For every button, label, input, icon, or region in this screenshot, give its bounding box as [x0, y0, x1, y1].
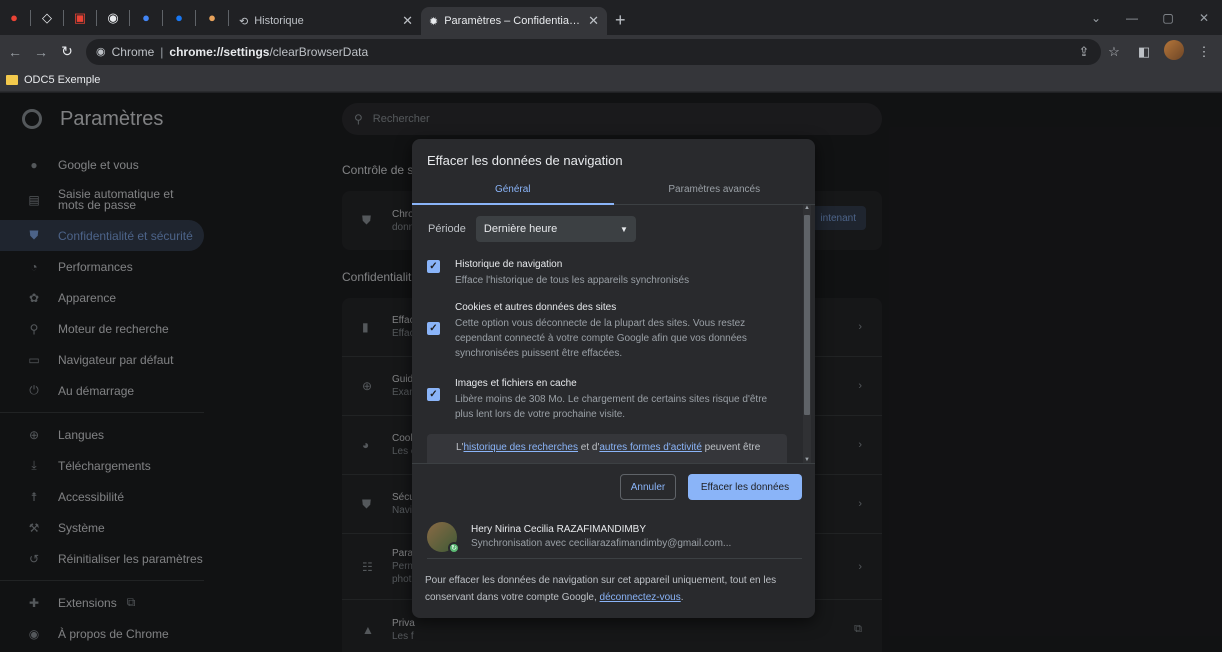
tab-strip: ● ◇ ▣ ◉ ● ● ● ⟲ Historique ✕ ✹ Paramètre… [0, 0, 1222, 35]
pinned-tab-diamond-icon[interactable]: ◇ [33, 6, 61, 30]
chrome-icon: ◉ [96, 46, 106, 58]
pinned-tab-github-icon[interactable]: ◉ [99, 6, 127, 30]
account-info: ↻ Hery Nirina Cecilia RAZAFIMANDIMBY Syn… [427, 515, 802, 559]
pinned-tab-mail-icon[interactable]: ▣ [66, 6, 94, 30]
tab-advanced[interactable]: Paramètres avancés [614, 175, 816, 204]
folder-icon [6, 74, 18, 85]
account-text: Hery Nirina Cecilia RAZAFIMANDIMBY Synch… [471, 523, 731, 551]
notice-text: et d' [578, 442, 600, 453]
search-history-notice: L'historique des recherches et d'autres … [427, 434, 787, 463]
tab-separator [228, 9, 229, 26]
tab-separator [162, 9, 163, 26]
footer-text: . [680, 592, 684, 603]
maximize-icon[interactable]: ▢ [1150, 11, 1186, 25]
history-icon: ⟲ [239, 15, 249, 28]
gear-icon: ✹ [429, 15, 439, 28]
cache-option: ✓ Images et fichiers en cache Libère moi… [427, 376, 787, 422]
tab-separator [96, 9, 97, 26]
pinned-tabs: ● ◇ ▣ ◉ ● ● ● [0, 0, 231, 35]
tab-history[interactable]: ⟲ Historique ✕ [231, 7, 421, 35]
bookmarks-bar: ODC5 Exemple [0, 68, 1222, 92]
option-text: Images et fichiers en cache Libère moins… [455, 376, 787, 422]
clear-browsing-data-dialog: Effacer les données de navigation Généra… [412, 139, 815, 618]
sync-icon: ↻ [448, 541, 460, 554]
caret-down-icon: ▼ [620, 224, 628, 234]
dialog-tabs: Général Paramètres avancés [412, 175, 815, 205]
option-title: Images et fichiers en cache [455, 378, 577, 389]
option-description: Efface l'historique de tous les appareil… [455, 275, 690, 286]
option-title: Historique de navigation [455, 259, 563, 270]
tab-separator [195, 9, 196, 26]
tab-label: Paramètres – Confidentialité et sécurité [444, 15, 583, 27]
close-window-icon[interactable]: ✕ [1186, 11, 1222, 25]
account-sync: Synchronisation avec ceciliarazafimandim… [471, 537, 732, 549]
reload-icon[interactable]: ↻ [56, 43, 78, 60]
toolbar-actions: ⇪ ☆ ◧ ⋮ [1072, 35, 1222, 68]
time-range-value: Dernière heure [483, 223, 558, 235]
option-text: Historique de navigation Efface l'histor… [455, 257, 689, 288]
time-range-label: Période [428, 223, 466, 235]
share-icon[interactable]: ⇪ [1072, 44, 1096, 60]
search-history-link[interactable]: historique des recherches [463, 442, 578, 453]
minimize-icon[interactable]: — [1114, 11, 1150, 25]
url-separator: | [160, 44, 164, 59]
forward-icon[interactable]: → [30, 44, 52, 60]
option-title: Cookies et autres données des sites [455, 302, 617, 313]
cookies-checkbox[interactable]: ✓ [427, 322, 440, 335]
url-path-rest: /clearBrowserData [269, 44, 369, 59]
new-tab-button[interactable]: + [615, 10, 626, 31]
other-activity-link[interactable]: autres formes d'activité [599, 442, 702, 453]
close-icon[interactable]: ✕ [402, 13, 413, 29]
history-checkbox[interactable]: ✓ [427, 260, 440, 273]
tab-separator [63, 9, 64, 26]
avatar: ↻ [427, 521, 460, 554]
close-icon[interactable]: ✕ [588, 13, 599, 29]
window-controls: ⌄ — ▢ ✕ [1078, 0, 1222, 35]
tab-separator [129, 9, 130, 26]
menu-icon[interactable]: ⋮ [1192, 44, 1216, 60]
back-icon[interactable]: ← [4, 44, 26, 60]
url-origin: Chrome [111, 44, 155, 59]
dialog-body: Période Dernière heure ▼ ✓ Historique de… [412, 205, 815, 463]
address-bar[interactable]: ◉ Chrome | chrome://settings /clearBrows… [86, 38, 1101, 65]
dialog-footer: Pour effacer les données de navigation s… [425, 572, 805, 606]
option-text: Cookies et autres données des sites Cett… [455, 300, 787, 361]
pinned-tab-blue-icon[interactable]: ● [132, 6, 160, 30]
pinned-tab-facebook-icon[interactable]: ● [165, 6, 193, 30]
dialog-actions: Annuler Effacer les données [412, 463, 815, 507]
scrollbar-thumb[interactable] [804, 215, 810, 415]
tab-label: Historique [254, 15, 304, 27]
time-range-select[interactable]: Dernière heure ▼ [475, 216, 636, 242]
cancel-button[interactable]: Annuler [620, 474, 676, 500]
history-option: ✓ Historique de navigation Efface l'hist… [427, 257, 787, 288]
toolbar: ← → ↻ ◉ Chrome | chrome://settings /clea… [0, 35, 1222, 68]
cookies-option: ✓ Cookies et autres données des sites Ce… [427, 300, 787, 361]
tab-search-icon[interactable]: ⌄ [1078, 11, 1114, 25]
dialog-scrollbar[interactable]: ▲ ▼ [803, 205, 811, 463]
tab-settings[interactable]: ✹ Paramètres – Confidentialité et sécuri… [421, 7, 607, 35]
bookmark-item[interactable]: ODC5 Exemple [24, 74, 100, 86]
url-path-bold: chrome://settings [169, 44, 270, 59]
dialog-title: Effacer les données de navigation [427, 153, 623, 168]
pinned-tab-red-icon[interactable]: ● [0, 6, 28, 30]
scroll-up-icon[interactable]: ▲ [803, 205, 811, 211]
sign-out-link[interactable]: déconnectez-vous [600, 592, 681, 603]
profile-avatar[interactable] [1162, 40, 1186, 63]
tab-separator [30, 9, 31, 26]
side-panel-icon[interactable]: ◧ [1132, 44, 1156, 60]
option-description: Libère moins de 308 Mo. Le chargement de… [455, 394, 768, 420]
pinned-tab-profile-icon[interactable]: ● [198, 6, 226, 30]
clear-data-button[interactable]: Effacer les données [688, 474, 802, 500]
bookmark-star-icon[interactable]: ☆ [1102, 44, 1126, 60]
cache-checkbox[interactable]: ✓ [427, 388, 440, 401]
notice-text: peuvent être [701, 442, 761, 453]
time-range: Période Dernière heure ▼ [428, 216, 636, 242]
account-name: Hery Nirina Cecilia RAZAFIMANDIMBY [471, 523, 647, 535]
tab-basic[interactable]: Général [412, 175, 614, 205]
option-description: Cette option vous déconnecte de la plupa… [455, 318, 747, 359]
